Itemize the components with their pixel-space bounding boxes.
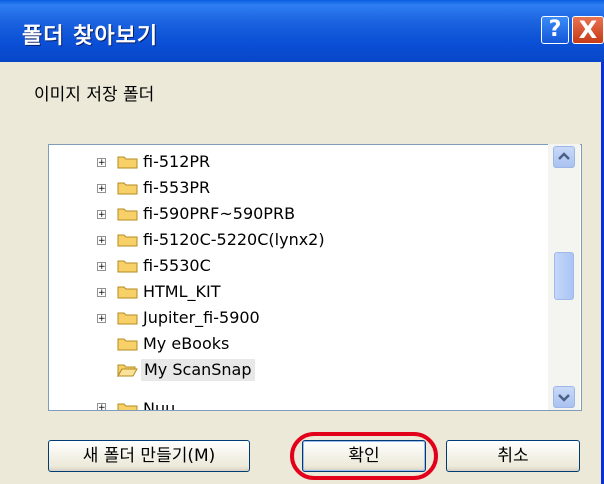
folder-tree[interactable]: + fi-512PR + fi-553PR + fi-590PRF~590PRB…: [48, 144, 582, 411]
expand-icon[interactable]: +: [97, 262, 106, 272]
chevron-up-icon: [558, 152, 570, 160]
tree-item-label: My eBooks: [143, 334, 230, 353]
tree-item-label: Nuu: [143, 399, 176, 411]
tree-item-label: fi-512PR: [143, 152, 211, 171]
dialog-title: 폴더 찾아보기: [22, 24, 159, 49]
cancel-button[interactable]: 취소: [446, 440, 580, 472]
tree-item-label: My ScanSnap: [141, 359, 255, 381]
tree-item[interactable]: + HTML_KIT: [49, 281, 549, 303]
help-button[interactable]: ?: [541, 16, 569, 44]
tree-item[interactable]: + fi-512PR: [49, 151, 549, 173]
tree-item[interactable]: + Nuu: [49, 385, 549, 410]
folder-icon: [117, 312, 138, 325]
dialog-prompt: 이미지 저장 폴더: [34, 85, 155, 105]
tree-item[interactable]: + fi-553PR: [49, 177, 549, 199]
expand-icon[interactable]: +: [97, 314, 106, 324]
browse-folder-dialog: 폴더 찾아보기 ? X 이미지 저장 폴더 + fi-512PR + fi-55…: [0, 0, 604, 484]
expand-icon[interactable]: +: [97, 158, 106, 168]
folder-icon: [117, 156, 138, 169]
expand-icon[interactable]: +: [97, 288, 106, 298]
tree-item-label: HTML_KIT: [143, 282, 221, 301]
scroll-thumb[interactable]: [554, 252, 574, 300]
tree-item-label: Jupiter_fi-5900: [143, 308, 260, 327]
folder-icon: [117, 260, 138, 273]
tree-item[interactable]: + fi-590PRF~590PRB: [49, 203, 549, 225]
tree-item[interactable]: My eBooks: [49, 333, 549, 355]
scroll-down-button[interactable]: [553, 386, 575, 408]
title-bar[interactable]: 폴더 찾아보기 ? X: [0, 0, 604, 62]
folder-icon: [117, 286, 138, 299]
chevron-down-icon: [558, 394, 570, 402]
vertical-scrollbar[interactable]: [548, 144, 580, 410]
folder-icon: [117, 234, 138, 247]
folder-icon: [117, 182, 138, 195]
tree-item-label: fi-5120C-5220C(lynx2): [143, 230, 325, 249]
scroll-up-button[interactable]: [553, 146, 575, 168]
expand-icon[interactable]: +: [97, 403, 106, 410]
folder-icon: [117, 208, 138, 221]
folder-icon: [117, 338, 138, 351]
expand-icon[interactable]: +: [97, 236, 106, 246]
new-folder-button[interactable]: 새 폴더 만들기(M): [48, 440, 250, 472]
close-button[interactable]: X: [572, 16, 604, 44]
highlight-ring: [290, 432, 438, 480]
tree-item[interactable]: + fi-5530C: [49, 255, 549, 277]
tree-item-selected[interactable]: My ScanSnap: [49, 359, 549, 381]
tree-item-label: fi-553PR: [143, 178, 211, 197]
tree-item-label: fi-590PRF~590PRB: [143, 204, 296, 223]
open-folder-icon: [117, 364, 138, 377]
expand-icon[interactable]: +: [97, 184, 106, 194]
tree-item-label: fi-5530C: [143, 256, 211, 275]
expand-icon[interactable]: +: [97, 210, 106, 220]
tree-item[interactable]: + fi-5120C-5220C(lynx2): [49, 229, 549, 251]
tree-item[interactable]: + Jupiter_fi-5900: [49, 307, 549, 329]
folder-icon: [117, 403, 138, 410]
